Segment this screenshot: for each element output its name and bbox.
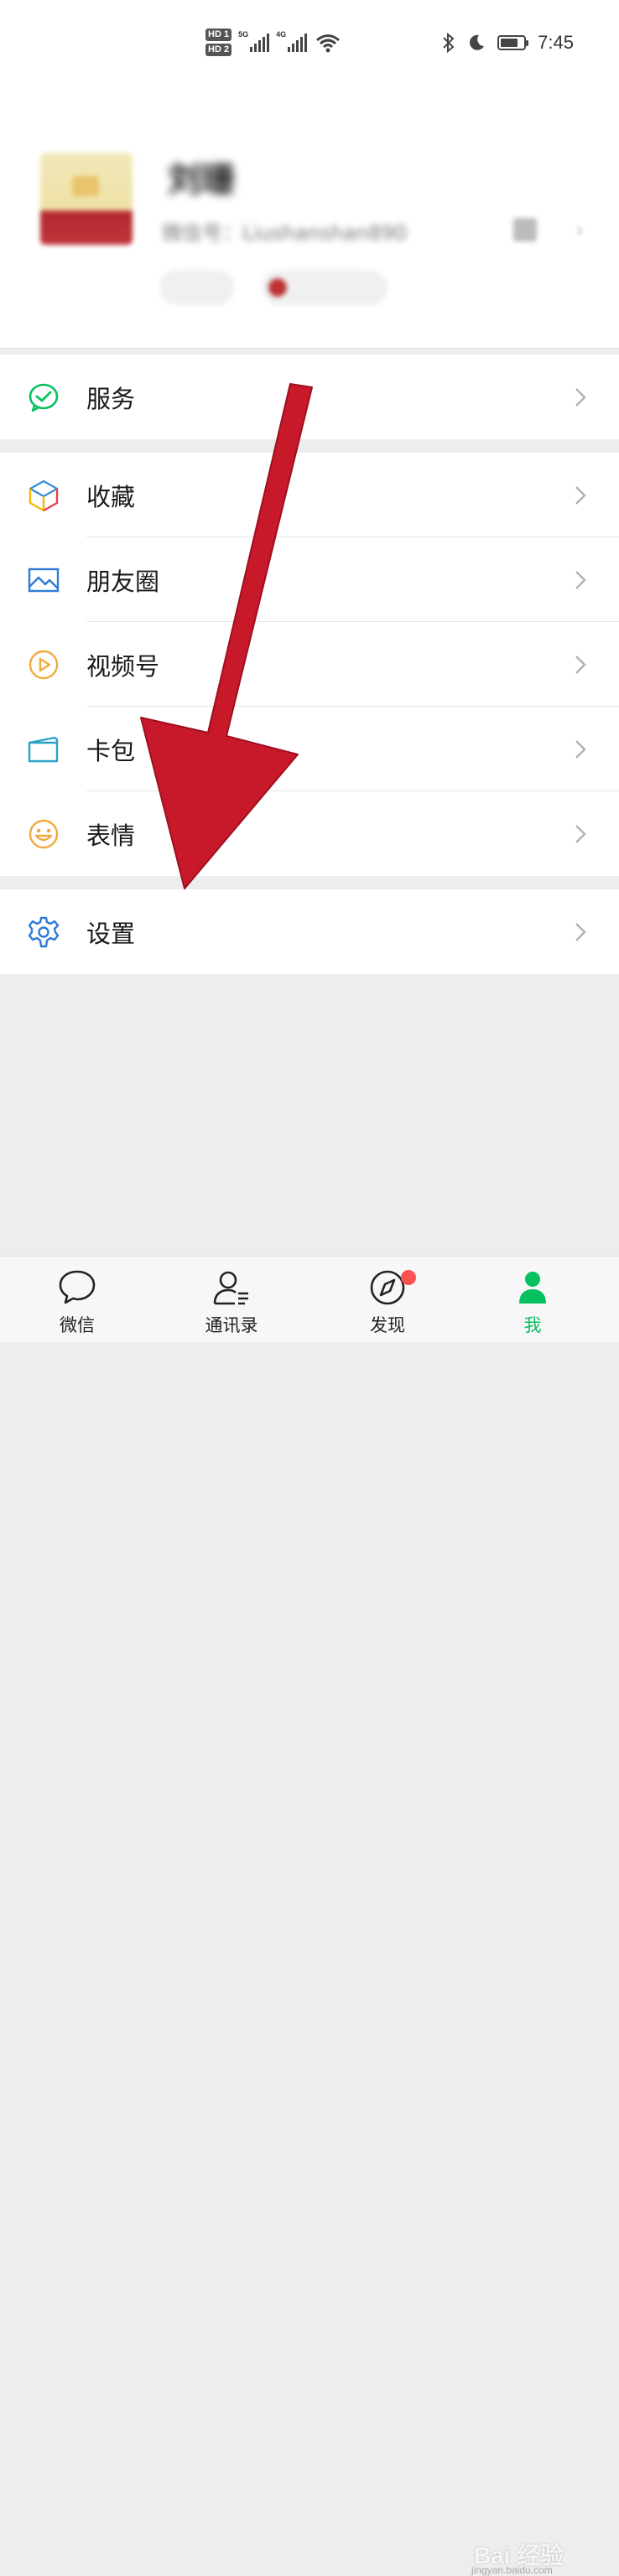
nickname: 刘珊: [168, 161, 235, 200]
menu-label: 服务: [86, 384, 136, 413]
menu-item-services[interactable]: 服务: [0, 355, 619, 439]
chevron-right-icon: ›: [575, 218, 585, 243]
sim2-hd-icon: HD 2: [205, 44, 232, 56]
avatar[interactable]: [40, 153, 133, 245]
chevron-right-icon: [575, 570, 586, 589]
menu-label: 卡包: [86, 736, 136, 765]
menu-item-channels[interactable]: 视频号: [0, 622, 619, 707]
tab-label: 我: [523, 1315, 542, 1335]
menu-label: 设置: [86, 919, 136, 948]
friends-status-chip[interactable]: [262, 270, 388, 305]
signal-4g-icon: 4G: [276, 30, 308, 52]
chevron-right-icon: [575, 655, 586, 674]
bluetooth-icon: [443, 33, 455, 53]
wechat-id: 微信号：Liushanshan890: [162, 221, 408, 245]
tab-label: 微信: [60, 1315, 95, 1335]
stickers-smiley-icon: [29, 819, 59, 848]
chevron-right-icon: [575, 922, 586, 941]
settings-gear-icon: [28, 916, 60, 947]
chat-bubble-icon: [59, 1270, 96, 1304]
menu-item-settings[interactable]: 设置: [0, 889, 619, 974]
tab-discover[interactable]: 发现: [337, 1257, 438, 1342]
moments-picture-icon: [28, 568, 60, 592]
profile-header[interactable]: 刘珊 微信号：Liushanshan890 ›: [0, 92, 619, 349]
qr-code-icon[interactable]: [513, 218, 537, 241]
services-icon: [29, 383, 59, 412]
menu-label: 收藏: [86, 482, 136, 511]
menu-item-moments[interactable]: 朋友圈: [0, 537, 619, 622]
tab-label: 通讯录: [205, 1315, 258, 1335]
status-bar: HD 1 HD 2 5G 4G 7:45: [0, 0, 619, 92]
notification-dot: [401, 1270, 416, 1285]
channels-play-icon: [29, 650, 59, 679]
services-group: 服务: [0, 355, 619, 439]
menu-label: 表情: [86, 821, 136, 850]
tab-me[interactable]: 我: [482, 1257, 583, 1342]
menu-item-favorites[interactable]: 收藏: [0, 453, 619, 537]
watermark-url: jingyan.baidu.com: [471, 2564, 553, 2576]
main-menu-group: 收藏 朋友圈 视频号 卡包 表情: [0, 453, 619, 876]
menu-item-stickers[interactable]: 表情: [0, 791, 619, 876]
signal-5g-icon: 5G: [238, 30, 270, 52]
cards-wallet-icon: [28, 736, 59, 762]
sim1-hd-icon: HD 1: [205, 29, 232, 41]
do-not-disturb-moon-icon: [470, 34, 485, 50]
chevron-right-icon: [575, 387, 586, 407]
chevron-right-icon: [575, 485, 586, 505]
battery-icon: [497, 35, 529, 50]
me-person-icon: [519, 1272, 546, 1304]
tab-label: 发现: [370, 1315, 405, 1335]
chevron-right-icon: [575, 824, 586, 843]
menu-label: 朋友圈: [86, 567, 160, 596]
tab-contacts[interactable]: 通讯录: [181, 1257, 282, 1342]
clock: 7:45: [538, 32, 574, 53]
status-chip[interactable]: [159, 270, 235, 305]
menu-item-cards[interactable]: 卡包: [0, 707, 619, 791]
contacts-person-icon: [213, 1271, 248, 1305]
wifi-icon: [316, 34, 341, 52]
status-right: 7:45: [442, 32, 574, 54]
network-indicators: HD 1 HD 2 5G 4G: [205, 29, 341, 56]
chevron-right-icon: [575, 739, 586, 759]
bottom-tab-bar: 微信 通讯录 发现 我 Bai 经验 jingyan.baidu.com: [0, 1256, 619, 2576]
menu-label: 视频号: [86, 651, 160, 681]
settings-group: 设置: [0, 889, 619, 974]
tab-chats[interactable]: 微信: [27, 1257, 127, 1342]
favorites-cube-icon: [29, 479, 59, 511]
